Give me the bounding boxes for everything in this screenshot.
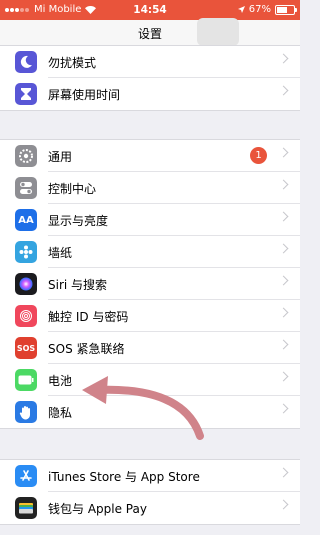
settings-row-label: 通用 xyxy=(48,150,73,164)
settings-row[interactable]: iTunes Store 与 App Store xyxy=(0,460,300,492)
location-icon xyxy=(237,6,245,13)
chevron-right-icon xyxy=(278,467,289,478)
chevron-right-icon xyxy=(278,147,289,158)
text-size-icon: AA xyxy=(15,209,37,231)
chevron-right-icon xyxy=(278,243,289,254)
settings-row-label: 触控 ID 与密码 xyxy=(48,310,129,324)
settings-row-label: Siri 与搜索 xyxy=(48,278,108,292)
settings-row-label: 钱包与 Apple Pay xyxy=(48,502,147,516)
fingerprint-icon xyxy=(15,305,37,327)
settings-row[interactable]: Siri 与搜索 xyxy=(0,268,300,300)
settings-row[interactable]: 墙纸 xyxy=(0,236,300,268)
toggles-icon xyxy=(15,177,37,199)
battery-percent: 67% xyxy=(248,4,271,15)
settings-row[interactable]: 通用 1 xyxy=(0,140,300,172)
app-store-icon xyxy=(15,465,37,487)
settings-row[interactable]: 钱包与 Apple Pay xyxy=(0,492,300,524)
settings-row[interactable]: 触控 ID 与密码 xyxy=(0,300,300,332)
chevron-right-icon xyxy=(278,371,289,382)
moon-icon xyxy=(15,51,37,73)
sos-icon: SOS xyxy=(15,337,37,359)
settings-row-label: 控制中心 xyxy=(48,182,97,196)
battery-icon xyxy=(275,4,297,15)
settings-row-label: 勿扰模式 xyxy=(48,56,97,70)
chevron-right-icon xyxy=(278,85,289,96)
navigation-bar: 设置 xyxy=(0,18,300,46)
settings-row-label: iTunes Store 与 App Store xyxy=(48,470,200,484)
wallet-icon xyxy=(15,497,37,519)
settings-row-label: SOS 紧急联络 xyxy=(48,342,125,356)
chevron-right-icon xyxy=(278,403,289,414)
hourglass-icon xyxy=(15,83,37,105)
settings-row[interactable]: AA 显示与亮度 xyxy=(0,204,300,236)
settings-row[interactable]: 屏幕使用时间 xyxy=(0,78,300,110)
settings-row[interactable]: 控制中心 xyxy=(0,172,300,204)
chevron-right-icon xyxy=(278,211,289,222)
chevron-right-icon xyxy=(278,275,289,286)
chevron-right-icon xyxy=(278,499,289,510)
gear-icon xyxy=(15,145,37,167)
settings-row-label: 显示与亮度 xyxy=(48,214,109,228)
chevron-right-icon xyxy=(278,339,289,350)
battery-icon xyxy=(15,369,37,391)
chevron-right-icon xyxy=(278,179,289,190)
notification-badge: 1 xyxy=(250,147,267,164)
page-title: 设置 xyxy=(137,27,162,41)
pointer-arrow xyxy=(82,376,204,440)
settings-group-focus: 勿扰模式屏幕使用时间 xyxy=(0,45,300,111)
hand-icon xyxy=(15,401,37,423)
siri-icon xyxy=(15,273,37,295)
settings-row[interactable]: 勿扰模式 xyxy=(0,46,300,78)
chevron-right-icon xyxy=(278,307,289,318)
settings-row-label: 屏幕使用时间 xyxy=(48,88,121,102)
flower-icon xyxy=(15,241,37,263)
settings-row-label: 墙纸 xyxy=(48,246,73,260)
chevron-right-icon xyxy=(278,53,289,64)
settings-group-store: iTunes Store 与 App Store 钱包与 Apple Pay xyxy=(0,459,300,525)
status-bar: Mi Mobile 14:54 67% xyxy=(0,0,300,20)
